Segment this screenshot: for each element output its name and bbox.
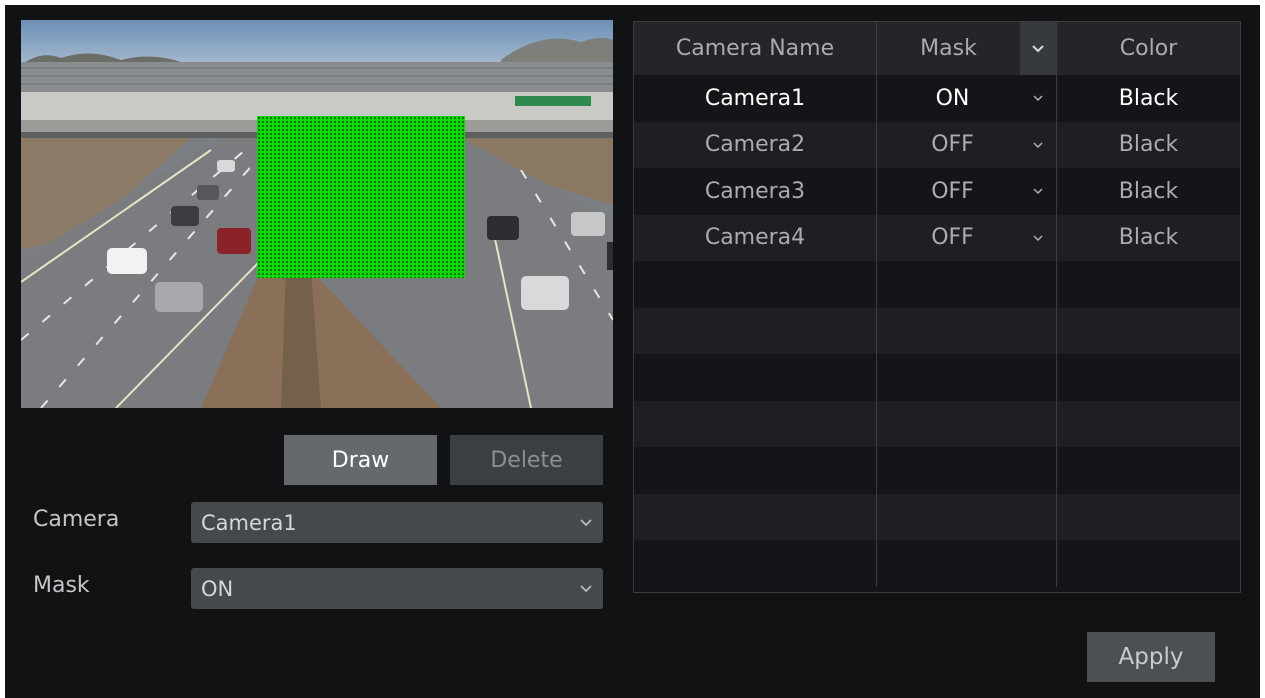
- table-header: Camera Name Mask Color: [634, 22, 1240, 75]
- draw-button[interactable]: Draw: [284, 435, 437, 485]
- mask-select[interactable]: ON: [191, 568, 603, 609]
- mask-label: Mask: [33, 573, 90, 598]
- empty-table-row: [634, 447, 1240, 494]
- table-row[interactable]: Camera4 OFF Black: [634, 214, 1240, 261]
- column-header-camera-name: Camera Name: [634, 22, 877, 75]
- chevron-down-icon: [1032, 44, 1044, 52]
- chevron-down-icon: [1033, 188, 1043, 194]
- mask-cell[interactable]: OFF: [877, 121, 1057, 168]
- empty-table-row: [634, 540, 1240, 587]
- mask-cell-value: OFF: [931, 225, 974, 251]
- empty-table-row: [634, 307, 1240, 354]
- table-row[interactable]: Camera2 OFF Black: [634, 121, 1240, 168]
- apply-button[interactable]: Apply: [1087, 632, 1215, 682]
- empty-table-row: [634, 493, 1240, 540]
- table-body: Camera1 ON Black Camera2 OFF Black Camer…: [634, 75, 1240, 587]
- mask-cell-value: OFF: [931, 132, 974, 158]
- camera-select-value: Camera1: [201, 510, 297, 535]
- column-header-color: Color: [1119, 36, 1178, 61]
- column-header-mask-label: Mask: [920, 36, 977, 61]
- mask-select-value: ON: [201, 576, 234, 601]
- table-row[interactable]: Camera1 ON Black: [634, 75, 1240, 122]
- column-header-mask: Mask: [877, 22, 1057, 75]
- camera-preview[interactable]: [21, 20, 613, 408]
- mask-cell[interactable]: ON: [877, 75, 1057, 122]
- chevron-down-icon: [1033, 95, 1043, 101]
- chevron-down-icon: [1033, 235, 1043, 241]
- camera-name-cell: Camera1: [634, 75, 877, 122]
- color-cell: Black: [1118, 132, 1179, 158]
- table-row[interactable]: Camera3 OFF Black: [634, 168, 1240, 215]
- mask-cell-value: OFF: [931, 178, 974, 204]
- empty-table-row: [634, 261, 1240, 308]
- delete-button[interactable]: Delete: [450, 435, 603, 485]
- camera-name-cell: Camera4: [634, 214, 877, 261]
- mask-cell[interactable]: OFF: [877, 214, 1057, 261]
- color-cell: Black: [1118, 178, 1179, 204]
- privacy-mask-panel: Draw Delete Camera Camera1 Mask ON Camer…: [5, 5, 1260, 698]
- camera-name-cell: Camera2: [634, 121, 877, 168]
- empty-table-row: [634, 354, 1240, 401]
- mask-column-dropdown[interactable]: [1020, 22, 1056, 75]
- privacy-mask-area[interactable]: [257, 116, 465, 278]
- camera-select[interactable]: Camera1: [191, 502, 603, 543]
- color-cell: Black: [1118, 85, 1179, 111]
- mask-cell-value: ON: [935, 85, 970, 111]
- mask-cell[interactable]: OFF: [877, 168, 1057, 215]
- chevron-down-icon: [1033, 142, 1043, 148]
- color-cell: Black: [1118, 225, 1179, 251]
- chevron-down-icon: [580, 519, 592, 527]
- camera-mask-table: Camera Name Mask Color Camera1 ON Black: [633, 21, 1241, 593]
- chevron-down-icon: [580, 585, 592, 593]
- camera-label: Camera: [33, 507, 120, 532]
- camera-name-cell: Camera3: [634, 168, 877, 215]
- empty-table-row: [634, 400, 1240, 447]
